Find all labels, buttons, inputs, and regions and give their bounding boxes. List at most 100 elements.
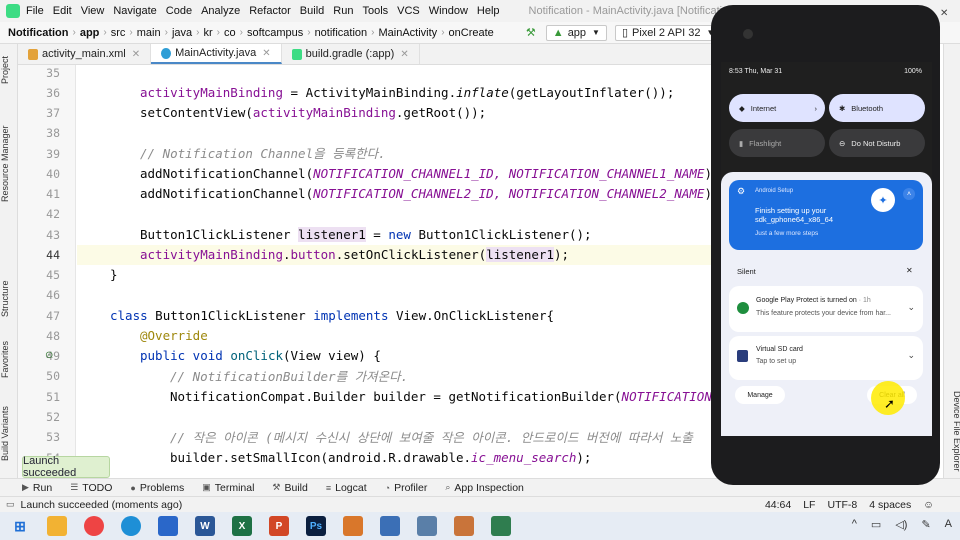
play-protect-body: This feature protects your device from h… <box>756 310 892 317</box>
tool-problems[interactable]: ● Problems <box>130 482 184 494</box>
setup-notification[interactable]: ⚙ Android Setup Finish setting up your s… <box>729 180 923 250</box>
chevron-down-icon[interactable]: ⌄ <box>907 350 915 361</box>
network-icon[interactable]: ▭ <box>871 518 881 531</box>
tool-build[interactable]: ⚒ Build <box>272 482 307 494</box>
tile-flashlight[interactable]: ▮ Flashlight <box>729 129 825 157</box>
gradle-file-icon <box>291 48 302 60</box>
tab-build-gradle[interactable]: build.gradle (:app) ✕ <box>282 44 420 64</box>
word-icon[interactable]: W <box>195 516 215 536</box>
collapse-icon[interactable]: ˄ <box>903 188 915 200</box>
breadcrumb-project[interactable]: Notification <box>8 27 69 39</box>
calculator-icon[interactable] <box>417 516 437 536</box>
chevron-down-icon[interactable]: ⌄ <box>907 302 915 313</box>
menu-tools[interactable]: Tools <box>362 5 388 17</box>
implement-gutter-icon[interactable]: ⊙ <box>45 350 53 361</box>
status-message: Launch succeeded (moments ago) <box>20 498 183 511</box>
tool-app-inspection[interactable]: ⌕ App Inspection <box>445 482 524 494</box>
device-select[interactable]: ▯Pixel 2 API 32▼ <box>614 24 722 41</box>
tool-favorites[interactable]: Favorites <box>0 334 18 384</box>
android-studio-icon[interactable] <box>491 516 511 536</box>
excel-icon[interactable]: X <box>232 516 252 536</box>
tile-bluetooth[interactable]: ✱ Bluetooth <box>829 94 925 122</box>
dnd-icon: ⊖ <box>839 138 846 148</box>
line-number: 41 <box>46 187 60 201</box>
menu-edit[interactable]: Edit <box>53 5 72 17</box>
breadcrumb-java[interactable]: java <box>172 27 192 39</box>
file-encoding[interactable]: UTF-8 <box>827 499 857 511</box>
code-line-39: // Notification Channel을 등록한다. <box>140 146 386 161</box>
edge-icon[interactable] <box>121 516 141 536</box>
start-icon[interactable]: ⊞ <box>10 516 30 536</box>
manage-button[interactable]: Manage <box>735 386 785 404</box>
tool-terminal[interactable]: ▣ Terminal <box>202 482 254 494</box>
file-explorer-icon[interactable] <box>47 516 67 536</box>
chevron-up-icon[interactable]: ^ <box>852 518 857 531</box>
tile-internet[interactable]: ◆ Internet › <box>729 94 825 122</box>
ime-icon[interactable]: A <box>945 518 952 531</box>
close-icon[interactable]: ✕ <box>906 266 913 275</box>
breadcrumb-mainactivity[interactable]: MainActivity <box>379 27 438 39</box>
tool-structure[interactable]: Structure <box>0 274 18 324</box>
breadcrumb-kr[interactable]: kr <box>203 27 212 39</box>
sd-card-notification[interactable]: Virtual SD card Tap to set up ⌄ <box>729 336 923 380</box>
close-icon[interactable]: ✕ <box>400 49 408 60</box>
breadcrumb-softcampus[interactable]: softcampus <box>247 27 303 39</box>
tool-build-variants[interactable]: Build Variants <box>0 399 18 469</box>
breadcrumb-oncreate[interactable]: onCreate <box>449 27 494 39</box>
pen-icon[interactable]: ✎ <box>921 518 930 531</box>
breadcrumb-src[interactable]: src <box>111 27 126 39</box>
tile-do-not-disturb[interactable]: ⊖ Do Not Disturb <box>829 129 925 157</box>
notes-icon[interactable] <box>380 516 400 536</box>
phone-screen[interactable]: 8:53 Thu, Mar 31 100% ◆ Internet › ✱ Blueto… <box>721 62 932 436</box>
tab-activity-main-xml[interactable]: activity_main.xml ✕ <box>18 44 152 64</box>
menu-navigate[interactable]: Navigate <box>113 5 156 17</box>
code-editor[interactable]: activityMainBinding = ActivityMainBindin… <box>77 65 717 478</box>
menu-window[interactable]: Window <box>429 5 468 17</box>
code-line-53: // 작은 아이콘 (메시지 수신시 상단에 보여줄 작은 아이콘. 안드로이드… <box>170 430 693 445</box>
hammer-icon[interactable]: ⚒ <box>524 26 538 40</box>
android-icon: ▲ <box>552 26 564 39</box>
powerpoint-icon[interactable]: P <box>269 516 289 536</box>
tool-device-file-explorer[interactable]: Device File Explorer <box>944 389 960 474</box>
menu-vcs[interactable]: VCS <box>397 5 420 17</box>
line-separator[interactable]: LF <box>803 499 815 511</box>
breadcrumb-co[interactable]: co <box>224 27 236 39</box>
menu-build[interactable]: Build <box>300 5 324 17</box>
silent-label: Silent <box>737 267 756 276</box>
menu-file[interactable]: File <box>26 5 44 17</box>
tool-project[interactable]: Project <box>0 50 18 90</box>
code-line-50: // NotificationBuilder를 가져온다. <box>170 369 409 384</box>
play-protect-notification[interactable]: Google Play Protect is turned on · 1h Th… <box>729 286 923 332</box>
tool-profiler[interactable]: ◔ Profiler <box>385 482 428 494</box>
menu-analyze[interactable]: Analyze <box>201 5 240 17</box>
close-emulator-icon[interactable]: ✕ <box>940 8 948 19</box>
photoshop-icon[interactable]: Ps <box>306 516 326 536</box>
notepad-icon[interactable] <box>158 516 178 536</box>
tool-run[interactable]: ▶ Run <box>22 482 52 494</box>
indent-setting[interactable]: 4 spaces <box>869 499 911 511</box>
menu-run[interactable]: Run <box>333 5 353 17</box>
app-icon[interactable] <box>343 516 363 536</box>
menu-refactor[interactable]: Refactor <box>249 5 291 17</box>
caret-position[interactable]: 44:64 <box>765 499 791 511</box>
breadcrumb-app[interactable]: app <box>80 27 100 39</box>
snipping-icon[interactable] <box>454 516 474 536</box>
bluetooth-icon: ✱ <box>839 103 846 113</box>
tab-mainactivity-java[interactable]: MainActivity.java ✕ <box>151 44 282 64</box>
breadcrumb-notification[interactable]: notification <box>315 27 368 39</box>
chrome-icon[interactable] <box>84 516 104 536</box>
volume-icon[interactable]: ◁) <box>895 518 907 531</box>
menu-view[interactable]: View <box>81 5 105 17</box>
breadcrumb-main[interactable]: main <box>137 27 161 39</box>
tool-logcat[interactable]: ≡ Logcat <box>326 482 367 494</box>
menu-help[interactable]: Help <box>477 5 500 17</box>
tool-resource-manager[interactable]: Resource Manager <box>0 104 18 224</box>
close-icon[interactable]: ✕ <box>132 49 140 60</box>
tool-todo[interactable]: ☰ TODO <box>70 482 112 494</box>
run-config-select[interactable]: ▲ app ▼ <box>545 24 607 41</box>
menu-code[interactable]: Code <box>166 5 192 17</box>
code-line-36: activityMainBinding = ActivityMainBindin… <box>140 85 675 100</box>
smiley-icon[interactable]: ☺ <box>923 499 934 511</box>
close-icon[interactable]: ✕ <box>262 48 270 59</box>
line-number: 39 <box>46 147 60 161</box>
